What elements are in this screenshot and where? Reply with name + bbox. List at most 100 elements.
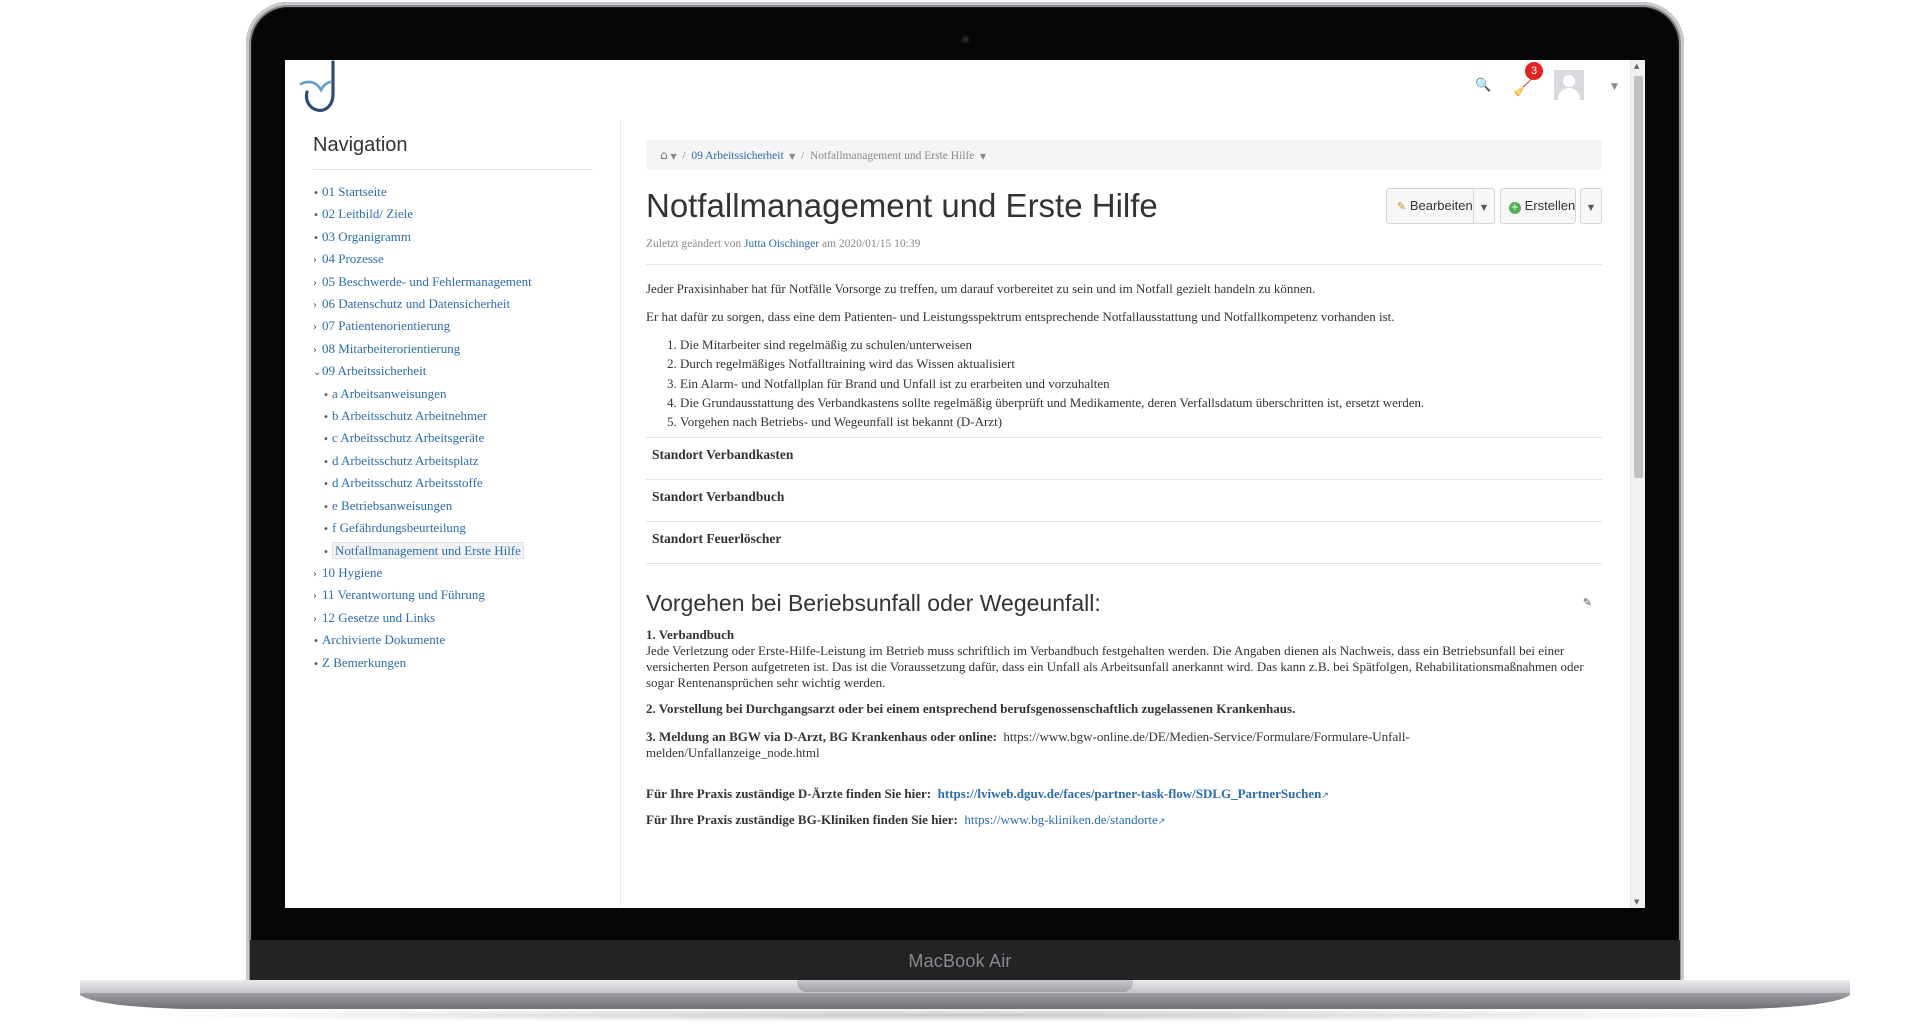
chevron-right-icon[interactable]: › [313, 274, 322, 294]
sidebar-subitem[interactable]: • e Betriebsanweisungen [313, 496, 593, 518]
laptop-shadow [120, 1008, 1810, 1022]
list-item: Durch regelmäßiges Notfalltraining wird … [680, 354, 1602, 373]
table-row: Standort Verbandbuch [646, 480, 1602, 523]
sidebar-subitem[interactable]: • d Arbeitsschutz Arbeitsplatz [313, 451, 593, 473]
meta-suffix: am 2020/01/15 10:39 [821, 238, 921, 250]
sidebar-item[interactable]: › 07 Patientenorientierung [313, 316, 593, 338]
darzt-link[interactable]: https://lviweb.dguv.de/faces/partner-tas… [938, 786, 1322, 801]
breadcrumb-separator: / [679, 150, 689, 162]
app-logo-icon[interactable] [299, 60, 353, 116]
plus-circle-icon: + [1509, 202, 1521, 214]
sidebar-item-label[interactable]: Z Bemerkungen [322, 655, 406, 670]
chevron-down-icon[interactable]: ⌄ [313, 363, 322, 383]
sidebar-item[interactable]: › 12 Gesetze und Links [313, 608, 593, 630]
chevron-down-icon[interactable]: ▼ [787, 152, 795, 161]
sidebar-item-label[interactable]: 04 Prozesse [322, 251, 384, 266]
chevron-right-icon[interactable]: › [313, 341, 322, 361]
create-button-label: Erstellen [1524, 198, 1576, 213]
edit-menu-button[interactable]: ▼ [1473, 188, 1495, 224]
sidebar-subitem[interactable]: • a Arbeitsanweisungen [313, 384, 593, 406]
sidebar-item-label[interactable]: 12 Gesetze und Links [322, 610, 435, 625]
user-menu-chevron-down-icon[interactable]: ▼ [1611, 82, 1618, 92]
breadcrumb-link-arbeitssicherheit[interactable]: 09 Arbeitssicherheit [691, 150, 783, 162]
sidebar-item-label[interactable]: 06 Datenschutz und Datensicherheit [322, 296, 510, 311]
sidebar-item-label[interactable]: 02 Leitbild/ Ziele [322, 206, 413, 221]
sidebar-item-label[interactable]: 08 Mitarbeiterorientierung [322, 341, 460, 356]
chevron-right-icon[interactable]: › [313, 610, 322, 630]
sidebar-item-label[interactable]: 03 Organigramm [322, 229, 411, 244]
sidebar-item[interactable]: • Archivierte Dokumente [313, 630, 593, 652]
page-scrollbar[interactable]: ▲ ▼ [1630, 60, 1645, 908]
sidebar-item-label[interactable]: 07 Patientenorientierung [322, 318, 450, 333]
darzt-paragraph: Für Ihre Praxis zuständige D-Ärzte finde… [646, 786, 1602, 804]
sidebar-item-label[interactable]: 10 Hygiene [322, 565, 382, 580]
sidebar-subitem-label[interactable]: d Arbeitsschutz Arbeitsstoffe [332, 475, 483, 490]
sidebar-subitem-label[interactable]: b Arbeitsschutz Arbeitnehmer [332, 408, 487, 423]
bullet-icon: • [323, 389, 329, 401]
edit-section-pencil-icon[interactable]: ✎ [1583, 596, 1592, 609]
more-menu-button[interactable]: ▼ [1580, 188, 1602, 224]
scroll-down-icon[interactable]: ▼ [1634, 898, 1639, 906]
sidebar-item[interactable]: • 01 Startseite [313, 182, 593, 204]
sidebar-subitem-label[interactable]: f Gefährdungsbeurteilung [332, 520, 466, 535]
sidebar-subitem-active[interactable]: • Notfallmanagement und Erste Hilfe [313, 541, 593, 563]
sidebar-item[interactable]: ⌄09 Arbeitssicherheit [313, 361, 593, 383]
sidebar-item-label[interactable]: 01 Startseite [322, 184, 387, 199]
user-avatar[interactable] [1554, 70, 1584, 100]
sidebar-subitem[interactable]: • b Arbeitsschutz Arbeitnehmer [313, 406, 593, 428]
chevron-right-icon[interactable]: › [313, 318, 322, 338]
sidebar-subitem-label[interactable]: a Arbeitsanweisungen [332, 386, 446, 401]
camera-icon [961, 35, 970, 44]
chevron-right-icon[interactable]: › [313, 565, 322, 585]
sidebar-item-label[interactable]: Archivierte Dokumente [322, 632, 445, 647]
notification-badge[interactable]: 3 [1525, 62, 1543, 80]
sidebar-subitem-label[interactable]: d Arbeitsschutz Arbeitsplatz [332, 453, 479, 468]
sidebar-item[interactable]: • 03 Organigramm [313, 227, 593, 249]
sidebar-subitem[interactable]: • c Arbeitsschutz Arbeitsgeräte [313, 428, 593, 450]
edit-button[interactable]: ✎ Bearbeiten [1386, 188, 1474, 224]
chevron-right-icon[interactable]: › [313, 587, 322, 607]
chevron-right-icon[interactable]: › [313, 296, 322, 316]
chevron-right-icon[interactable]: › [313, 251, 322, 271]
step-paragraph: 3. Meldung an BGW via D-Arzt, BG Kranken… [646, 729, 1576, 761]
scrollbar-thumb[interactable] [1634, 76, 1643, 478]
sidebar-subitem-label[interactable]: c Arbeitsschutz Arbeitsgeräte [332, 430, 484, 445]
sidebar-item[interactable]: • Z Bemerkungen [313, 653, 593, 675]
sidebar-item[interactable]: › 11 Verantwortung und Führung [313, 585, 593, 607]
sidebar-item[interactable]: › 08 Mitarbeiterorientierung [313, 339, 593, 361]
breadcrumb: ⌂ ▼ / 09 Arbeitssicherheit ▼ / Notfallma… [646, 140, 1602, 170]
locations-table: Standort Verbandkasten Standort Verbandb… [646, 437, 1602, 565]
chevron-down-icon[interactable]: ▼ [671, 152, 677, 161]
bgk-paragraph: Für Ihre Praxis zuständige BG-Kliniken f… [646, 812, 1602, 830]
main-content: ⌂ ▼ / 09 Arbeitssicherheit ▼ / Notfallma… [646, 140, 1602, 830]
sidebar-subitem-label[interactable]: e Betriebsanweisungen [332, 498, 452, 513]
search-icon[interactable]: 🔍 [1475, 78, 1491, 93]
bullet-icon: • [323, 456, 329, 468]
sidebar-subitem[interactable]: • d Arbeitsschutz Arbeitsstoffe [313, 473, 593, 495]
sidebar-item[interactable]: › 10 Hygiene [313, 563, 593, 585]
create-button[interactable]: + Erstellen [1500, 188, 1576, 224]
sidebar-subitem-label[interactable]: Notfallmanagement und Erste Hilfe [332, 541, 524, 559]
table-row: Standort Verbandkasten [646, 438, 1602, 481]
sidebar-item-label[interactable]: 09 Arbeitssicherheit [322, 363, 426, 378]
sidebar-item[interactable]: › 05 Beschwerde- und Fehlermanagement [313, 272, 593, 294]
sidebar-item[interactable]: • 02 Leitbild/ Ziele [313, 204, 593, 226]
bullet-icon: • [323, 479, 329, 491]
home-icon[interactable]: ⌂ [660, 148, 668, 162]
sidebar-item[interactable]: › 04 Prozesse [313, 249, 593, 271]
sidebar-item-label[interactable]: 05 Beschwerde- und Fehlermanagement [322, 274, 532, 289]
section-title: Vorgehen bei Beriebsunfall oder Wegeunfa… [646, 590, 1101, 617]
sidebar-subitem[interactable]: • f Gefährdungsbeurteilung [313, 518, 593, 540]
sidebar-item-label[interactable]: 11 Verantwortung und Führung [322, 587, 485, 602]
intro-paragraph: Er hat dafür zu sorgen, dass eine dem Pa… [646, 309, 1395, 324]
bullet-icon: • [313, 658, 319, 670]
chevron-down-icon[interactable]: ▼ [977, 152, 986, 161]
step-text: Jede Verletzung oder Erste-Hilfe-Leistun… [646, 643, 1584, 691]
notifications-icon[interactable]: 🧹 [1513, 78, 1533, 97]
scroll-up-icon[interactable]: ▲ [1634, 62, 1639, 70]
meta-user-link[interactable]: Jutta Oischinger [744, 238, 819, 250]
steps-list: Die Mitarbeiter sind regelmäßig zu schul… [680, 335, 1602, 431]
sidebar-item[interactable]: › 06 Datenschutz und Datensicherheit [313, 294, 593, 316]
list-item: Die Grundausstattung des Verbandkastens … [680, 393, 1602, 412]
bgk-link[interactable]: https://www.bg-kliniken.de/standorte [964, 812, 1157, 827]
